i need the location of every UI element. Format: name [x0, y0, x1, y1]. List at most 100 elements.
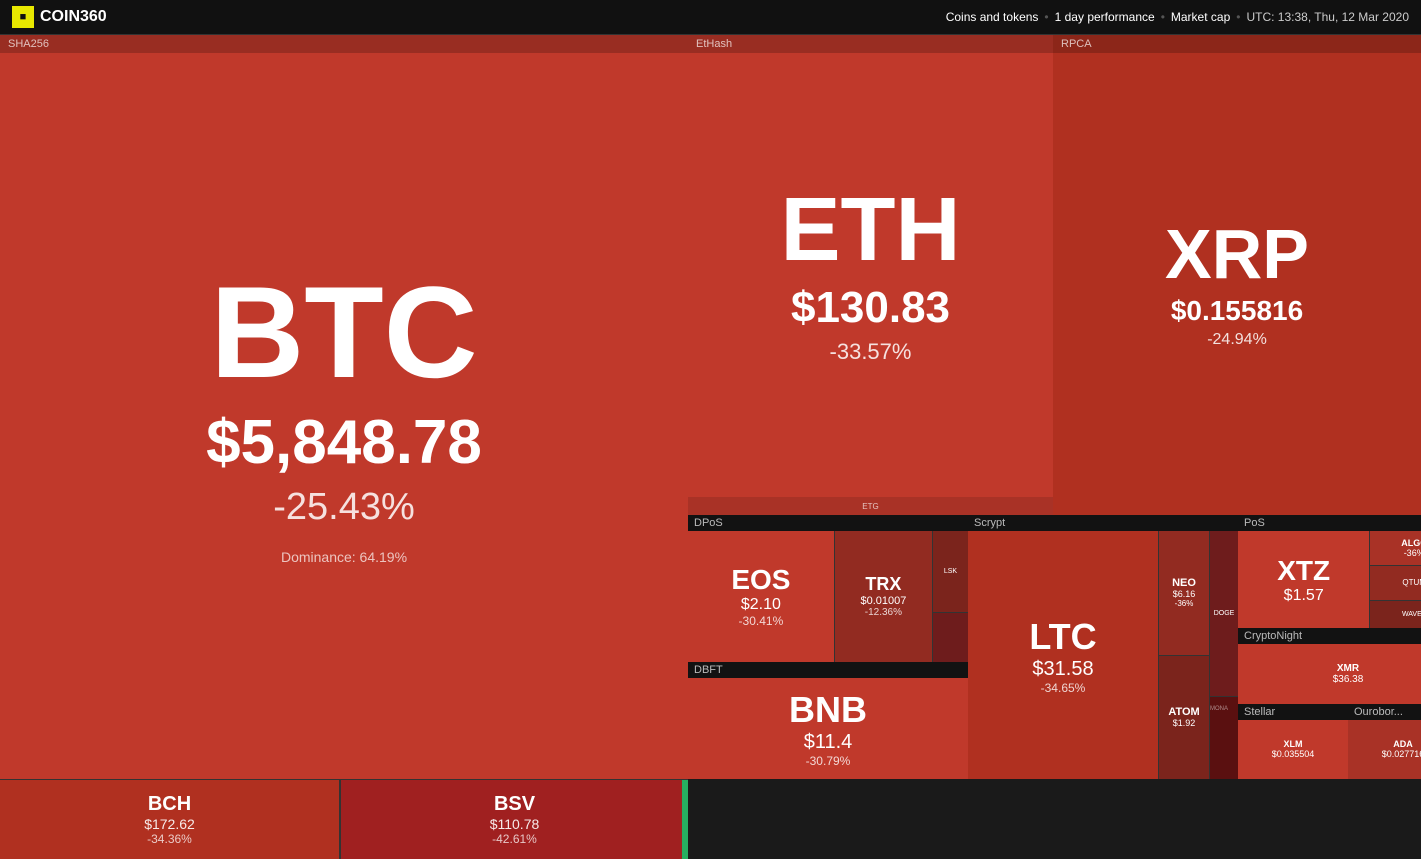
bch-name: BCH — [148, 793, 191, 816]
cryptonight-section: CryptoNight XMR $36.38 — [1238, 628, 1421, 703]
bch-block[interactable]: BCH $172.62 -34.36% — [0, 779, 340, 859]
eth-name: ETH — [781, 185, 961, 275]
utc-time: UTC: 13:38, Thu, 12 Mar 2020 — [1246, 10, 1409, 24]
sep3: • — [1236, 10, 1240, 24]
trx-cell[interactable]: TRX $0.01007 -12.36% — [835, 531, 932, 662]
neo-change: -36% — [1175, 599, 1194, 608]
atom-price: $1.92 — [1173, 718, 1196, 728]
stellar-section: Stellar XLM $0.035504 — [1238, 704, 1348, 779]
xrp-price: $0.155816 — [1171, 295, 1303, 327]
xlm-name: XLM — [1284, 739, 1303, 749]
dpos-label: DPoS — [688, 515, 968, 531]
xmr-cell[interactable]: XMR $36.38 — [1238, 644, 1421, 703]
waves-name: WAVES — [1402, 611, 1421, 618]
xtz-cell[interactable]: XTZ $1.57 — [1238, 531, 1369, 628]
eos-cell[interactable]: EOS $2.10 -30.41% — [688, 531, 834, 662]
pos-label: PoS — [1238, 515, 1421, 531]
sep2: • — [1161, 10, 1165, 24]
qtum-name: QTUM — [1402, 578, 1421, 587]
algo-cell[interactable]: ALGO -36% — [1370, 531, 1421, 565]
top-right: EtHash ETH $130.83 -33.57% ETG RPCA XRP … — [688, 35, 1421, 515]
market-cap-filter[interactable]: Market cap — [1171, 10, 1230, 24]
cryptonight-label: CryptoNight — [1238, 628, 1421, 644]
dpos-area: DPoS EOS $2.10 -30.41% TRX $0.01007 -12.… — [688, 515, 968, 779]
eth-change: -33.57% — [830, 339, 912, 365]
btc-name: BTC — [210, 267, 477, 397]
xtz-name: XTZ — [1277, 555, 1330, 587]
ada-price: $0.027716 — [1382, 749, 1421, 759]
dbft-section: DBFT BNB $11.4 -30.79% — [688, 662, 968, 779]
eos-price: $2.10 — [741, 596, 781, 614]
doge-cell[interactable]: DOGE — [1210, 531, 1238, 696]
xtz-price: $1.57 — [1284, 587, 1324, 605]
eth-panel[interactable]: EtHash ETH $130.83 -33.57% ETG — [688, 35, 1053, 515]
xrp-panel[interactable]: RPCA XRP $0.155816 -24.94% — [1053, 35, 1421, 515]
pos-inner: XTZ $1.57 ALGO -36% QTUM — [1238, 531, 1421, 628]
btc-dominance: Dominance: 64.19% — [281, 549, 407, 565]
xlm-price: $0.035504 — [1272, 749, 1315, 759]
xlm-cell[interactable]: XLM $0.035504 — [1238, 720, 1348, 779]
xrp-content: XRP $0.155816 -24.94% — [1053, 53, 1421, 515]
lsk-name: LSK — [944, 568, 957, 575]
pos-mini-col: ALGO -36% QTUM WAVES — [1370, 531, 1421, 628]
doge-col: DOGE MONA — [1210, 531, 1238, 779]
ethash-label: EtHash — [688, 35, 1053, 53]
scrypt-label: Scrypt — [968, 515, 1238, 531]
lsk-col: LSK — [933, 531, 968, 662]
doge-name: DOGE — [1214, 610, 1235, 617]
bottom-right: DPoS EOS $2.10 -30.41% TRX $0.01007 -12.… — [688, 515, 1421, 779]
algo-name: ALGO — [1401, 538, 1421, 548]
logo[interactable]: ■ COIN360 — [12, 6, 107, 28]
main-content: SHA256 BTC $5,848.78 -25.43% Dominance: … — [0, 35, 1421, 779]
xmr-name: XMR — [1337, 663, 1359, 674]
btc-price: $5,848.78 — [206, 407, 482, 478]
lsk-cell[interactable]: LSK — [933, 531, 968, 612]
bnb-change: -30.79% — [806, 754, 851, 768]
dpos-section: DPoS EOS $2.10 -30.41% TRX $0.01007 -12.… — [688, 515, 968, 662]
bsv-block[interactable]: BSV $110.78 -42.61% — [341, 779, 688, 859]
pos-section: PoS XTZ $1.57 ALGO -36% QTUM — [1238, 515, 1421, 628]
cn-inner: XMR $36.38 — [1238, 644, 1421, 703]
btc-block[interactable]: SHA256 BTC $5,848.78 -25.43% Dominance: … — [0, 35, 688, 779]
eth-price: $130.83 — [791, 283, 950, 333]
scrypt-section: Scrypt LTC $31.58 -34.65% NEO $6.16 -36% — [968, 515, 1238, 779]
bch-change: -34.36% — [147, 832, 192, 846]
algo-change: -36% — [1404, 548, 1421, 558]
neo-price: $6.16 — [1173, 589, 1196, 599]
ltc-name: LTC — [1029, 616, 1096, 658]
sep1: • — [1044, 10, 1048, 24]
waves-cell[interactable]: WAVES — [1370, 601, 1421, 628]
sha256-label: SHA256 — [0, 35, 688, 53]
bsv-price: $110.78 — [490, 816, 540, 832]
ltc-cell[interactable]: LTC $31.58 -34.65% — [968, 531, 1158, 779]
ltc-change: -34.65% — [1041, 681, 1086, 695]
stellar-label: Stellar — [1238, 704, 1348, 720]
dbft-inner: BNB $11.4 -30.79% — [688, 678, 968, 779]
bsv-name: BSV — [494, 793, 535, 816]
dpos-inner: EOS $2.10 -30.41% TRX $0.01007 -12.36% L… — [688, 531, 968, 662]
logo-text: COIN360 — [40, 8, 107, 26]
navbar: ■ COIN360 Coins and tokens • 1 day perfo… — [0, 0, 1421, 35]
performance-filter[interactable]: 1 day performance — [1055, 10, 1155, 24]
bsv-change: -42.61% — [492, 832, 537, 846]
atom-cell[interactable]: ATOM $1.92 — [1159, 656, 1209, 780]
eth-content: ETH $130.83 -33.57% — [688, 53, 1053, 497]
neo-cell[interactable]: NEO $6.16 -36% — [1159, 531, 1209, 655]
coins-tokens-filter[interactable]: Coins and tokens — [946, 10, 1039, 24]
ltc-price: $31.58 — [1032, 658, 1093, 681]
qtum-cell[interactable]: QTUM — [1370, 566, 1421, 600]
mona-name: MONA — [1210, 706, 1228, 712]
trx-name: TRX — [865, 574, 901, 595]
ada-cell[interactable]: ADA $0.027716 — [1348, 720, 1421, 779]
atom-name: ATOM — [1168, 706, 1199, 718]
trx-price: $0.01007 — [860, 595, 906, 607]
bnb-cell[interactable]: BNB $11.4 -30.79% — [688, 678, 968, 779]
scrypt-area: Scrypt LTC $31.58 -34.65% NEO $6.16 -36% — [968, 515, 1238, 779]
pos-area: PoS XTZ $1.57 ALGO -36% QTUM — [1238, 515, 1421, 779]
eos-name: EOS — [731, 564, 790, 596]
neo-name: NEO — [1172, 577, 1196, 589]
ouro-section: Ourobor... ADA $0.027716 — [1348, 704, 1421, 779]
bnb-price: $11.4 — [804, 731, 853, 754]
xrp-change: -24.94% — [1207, 331, 1267, 349]
eos-change: -30.41% — [739, 614, 784, 628]
